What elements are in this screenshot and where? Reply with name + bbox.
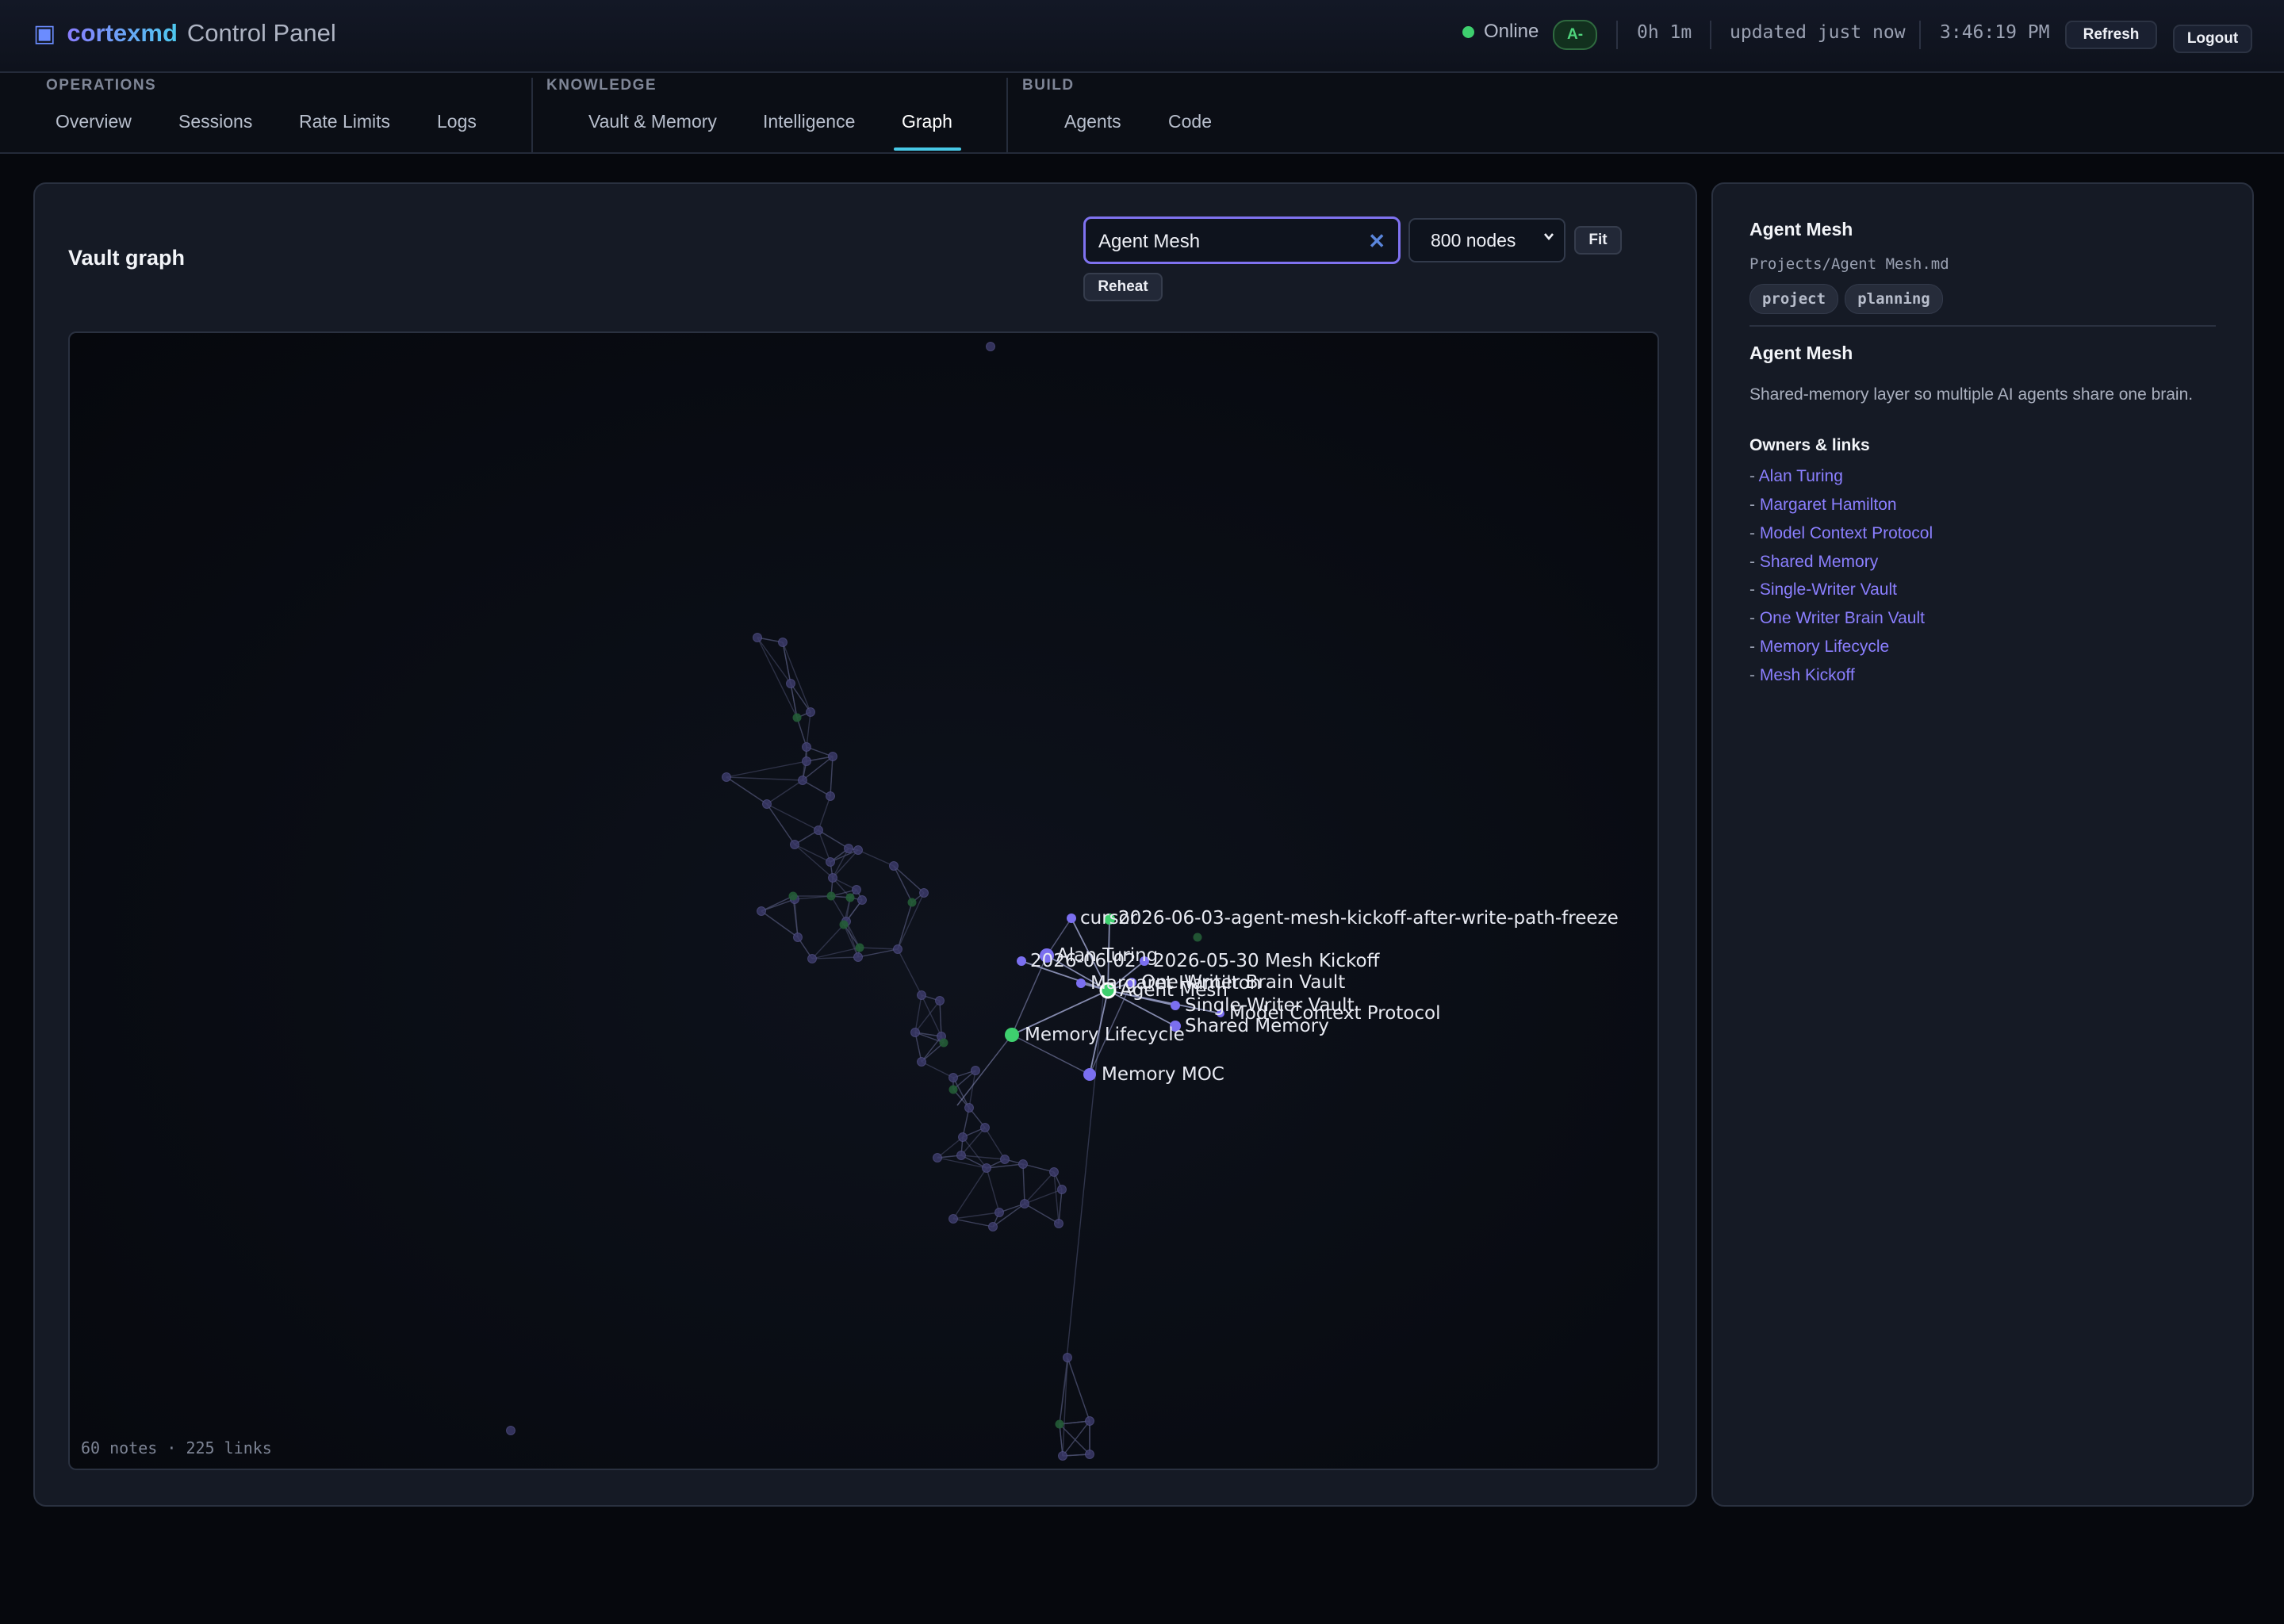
refresh-button[interactable]: Refresh [2065, 21, 2157, 49]
list-item: - Margaret Hamilton [1749, 496, 1897, 514]
list-item: - Single-Writer Vault [1749, 580, 1897, 599]
node-label[interactable]: 2026-06-03-agent-mesh-kickoff-after-writ… [1118, 908, 1619, 929]
list-item: - One Writer Brain Vault [1749, 609, 1925, 627]
detail-title: Agent Mesh [1749, 219, 1853, 239]
search-input[interactable] [1097, 227, 1362, 257]
node-label[interactable]: Shared Memory [1185, 1016, 1329, 1036]
selected-node-label[interactable]: Agent Mesh [1120, 980, 1228, 1001]
graph-canvas[interactable]: cursor 2026-06-03-agent-mesh-kickoff-afte… [68, 331, 1659, 1470]
link-alan-turing[interactable]: Alan Turing [1759, 467, 1843, 485]
node-label[interactable]: 2026-06-02 [1030, 951, 1136, 971]
updated-text: updated just now [1730, 22, 1906, 43]
brand-subtitle: Control Panel [186, 19, 336, 47]
divider [1710, 21, 1711, 49]
search-field[interactable]: ✕ [1083, 216, 1401, 264]
app-square-icon: ▣ [33, 20, 56, 47]
uptime: 0h 1m [1637, 22, 1692, 43]
page-title: Vault graph [68, 246, 186, 270]
tab-rate-limits[interactable]: Rate Limits [299, 111, 390, 132]
list-item: - Memory Lifecycle [1749, 638, 1890, 656]
active-tab-indicator [894, 147, 961, 151]
file-path: Projects/Agent Mesh.md [1749, 255, 1949, 273]
link-mesh-kickoff[interactable]: Mesh Kickoff [1760, 666, 1855, 684]
chevron-down-icon [1544, 233, 1554, 241]
link-one-writer-brain-vault[interactable]: One Writer Brain Vault [1760, 609, 1925, 627]
note-heading: Agent Mesh [1749, 343, 1853, 363]
link-memory-lifecycle[interactable]: Memory Lifecycle [1760, 638, 1889, 656]
link-margaret-hamilton[interactable]: Margaret Hamilton [1760, 496, 1897, 514]
node-limit-select[interactable]: 800 nodes [1408, 218, 1565, 262]
divider [1616, 21, 1618, 49]
list-item: - Alan Turing [1749, 467, 1843, 485]
main-nav: OPERATIONS Overview Sessions Rate Limits… [0, 73, 2284, 154]
node-limit-value: 800 nodes [1431, 229, 1516, 251]
tab-logs[interactable]: Logs [437, 111, 477, 132]
tag-planning[interactable]: planning [1845, 284, 1943, 314]
list-item: - Shared Memory [1749, 553, 1879, 571]
tab-agents[interactable]: Agents [1064, 111, 1121, 132]
tab-code[interactable]: Code [1168, 111, 1212, 132]
divider [1749, 325, 2216, 327]
clock: 3:46:19 PM [1940, 22, 2050, 43]
clear-search-icon[interactable]: ✕ [1368, 229, 1385, 254]
nav-group-build: BUILD [1022, 77, 1075, 94]
tab-graph[interactable]: Graph [902, 111, 952, 132]
node-label[interactable]: 2026-05-30 Mesh Kickoff [1153, 951, 1381, 971]
tab-intelligence[interactable]: Intelligence [763, 111, 855, 132]
connection-status: Online [1462, 21, 1539, 43]
graph-svg[interactable]: cursor2026-06-03-agent-mesh-kickoff-afte… [70, 333, 1657, 1469]
nav-divider [1006, 78, 1008, 152]
logout-button[interactable]: Logout [2173, 25, 2252, 53]
tab-overview[interactable]: Overview [56, 111, 132, 132]
link-shared-memory[interactable]: Shared Memory [1760, 553, 1878, 571]
node-label[interactable]: Memory Lifecycle [1025, 1025, 1185, 1045]
list-item: - Mesh Kickoff [1749, 666, 1855, 684]
list-item: - Model Context Protocol [1749, 524, 1933, 542]
link-single-writer-vault[interactable]: Single-Writer Vault [1760, 580, 1897, 599]
node-label[interactable]: Memory MOC [1102, 1064, 1224, 1085]
nav-divider [531, 78, 533, 152]
detail-panel: Agent Mesh Projects/Agent Mesh.md projec… [1711, 182, 2254, 1507]
status-dot-icon [1462, 25, 1474, 38]
status-text: Online [1484, 21, 1539, 42]
note-description: Shared-memory layer so multiple AI agent… [1749, 385, 2194, 404]
top-bar: ▣ cortexmd Control Panel Online A- 0h 1m… [0, 0, 2284, 73]
tag-project[interactable]: project [1749, 284, 1838, 314]
graph-stats: 60 notes · 225 links [81, 1438, 272, 1457]
tab-vault-memory[interactable]: Vault & Memory [588, 111, 717, 132]
nav-group-knowledge: KNOWLEDGE [546, 77, 657, 94]
tab-sessions[interactable]: Sessions [178, 111, 252, 132]
brand: ▣ cortexmd Control Panel [33, 19, 336, 48]
nav-group-operations: OPERATIONS [46, 77, 157, 94]
divider [1919, 21, 1921, 49]
link-model-context-protocol[interactable]: Model Context Protocol [1760, 524, 1933, 542]
grade-badge: A- [1553, 20, 1597, 50]
fit-button[interactable]: Fit [1574, 226, 1622, 255]
reheat-button[interactable]: Reheat [1083, 273, 1163, 301]
brand-name: cortexmd [67, 19, 178, 47]
links-heading: Owners & links [1749, 436, 1870, 454]
